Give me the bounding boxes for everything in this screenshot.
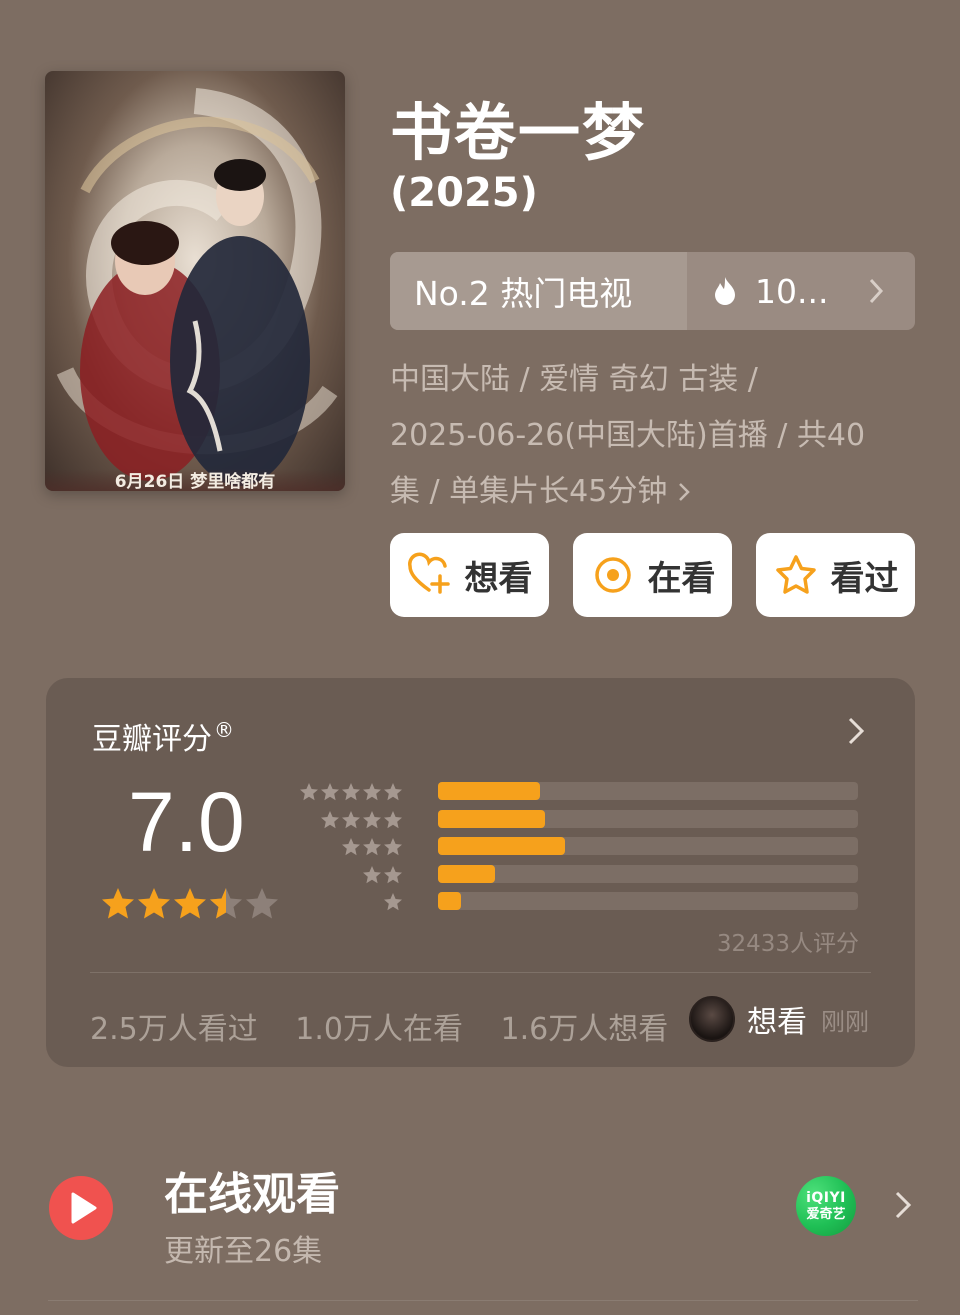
rating-card[interactable]: 豆瓣评分 ® 7.0 32433人评分 2.5万人看过 1.0万人在看 1.6万… <box>46 678 915 1067</box>
button-label: 想看 <box>464 558 533 599</box>
divider <box>90 972 871 973</box>
heart-plus-icon <box>407 552 450 594</box>
iqiyi-logo-subtext: 爱奇艺 <box>806 1207 846 1222</box>
distribution-bar <box>438 782 541 800</box>
rating-label-text: 豆瓣评分 <box>92 722 212 757</box>
distribution-row <box>300 780 876 808</box>
distribution-row <box>316 890 876 918</box>
subject-page: 6月26日 梦里啥都有 书卷一梦 (2025) No.2 热门电视 10... … <box>0 0 960 1315</box>
distribution-stars-icon <box>363 865 402 883</box>
registered-mark: ® <box>214 718 234 742</box>
distribution-row <box>316 863 876 891</box>
meta-info[interactable]: 中国大陆 / 爱情 奇幻 古装 / 2025-06-26(中国大陆)首播 / 共… <box>390 352 910 520</box>
chevron-right-icon <box>679 483 691 501</box>
distribution-track <box>438 809 858 828</box>
distribution-track <box>438 782 858 800</box>
star-full-icon <box>138 888 170 919</box>
want-to-watch-button[interactable]: 想看 <box>390 533 549 617</box>
star-empty-icon <box>246 888 278 919</box>
recent-time: 刚刚 <box>821 1007 869 1036</box>
ranking-bar[interactable]: No.2 热门电视 10... <box>390 252 915 330</box>
distribution-row <box>316 808 876 836</box>
rating-stars <box>102 888 278 919</box>
rating-label: 豆瓣评分 ® <box>92 714 234 758</box>
ranking-label: No.2 热门电视 <box>390 252 687 330</box>
distribution-bar <box>438 809 546 828</box>
divider <box>48 1300 918 1301</box>
heat-value: 10... <box>755 271 829 311</box>
distribution-bar <box>438 892 461 910</box>
action-buttons: 想看 在看 看过 <box>390 533 915 617</box>
distribution-row <box>316 835 876 863</box>
page-title: 书卷一梦 <box>390 96 647 169</box>
recent-activity[interactable]: 想看 刚刚 <box>689 994 869 1044</box>
star-full-icon <box>102 888 134 919</box>
avatar[interactable] <box>689 996 735 1042</box>
rating-distribution <box>300 780 876 918</box>
distribution-track <box>438 837 858 855</box>
recent-action: 想看 <box>747 1005 807 1040</box>
distribution-stars-icon <box>300 783 402 801</box>
distribution-stars-icon <box>321 810 402 828</box>
distribution-track <box>438 864 858 883</box>
release-year: (2025) <box>390 170 538 216</box>
online-subtitle: 更新至26集 <box>164 1234 323 1269</box>
online-watch-section[interactable]: 在线观看 更新至26集 iQIYI 爱奇艺 <box>48 1160 918 1270</box>
distribution-track <box>438 892 858 910</box>
watching-count: 1.0万人在看 <box>295 1012 463 1047</box>
watching-button[interactable]: 在看 <box>573 533 732 617</box>
chevron-right-icon[interactable] <box>894 1190 912 1220</box>
chevron-right-icon <box>848 717 865 745</box>
distribution-stars-icon <box>342 838 402 856</box>
fire-icon <box>715 277 735 305</box>
distribution-bar <box>438 864 496 883</box>
play-icon[interactable] <box>48 1175 114 1241</box>
want-count: 1.6万人想看 <box>500 1012 669 1047</box>
meta-line: 2025-06-26(中国大陆)首播 / 共40 <box>390 418 866 453</box>
iqiyi-logo[interactable]: iQIYI 爱奇艺 <box>796 1176 856 1236</box>
watch-stats: 2.5万人看过 1.0万人在看 1.6万人想看 <box>90 1004 696 1048</box>
chevron-right-icon <box>869 278 884 304</box>
watched-count: 2.5万人看过 <box>90 1012 258 1047</box>
star-full-icon <box>174 888 206 919</box>
distribution-bar <box>438 837 565 855</box>
distribution-stars-icon <box>384 893 402 911</box>
rating-count: 32433人评分 <box>716 931 859 957</box>
button-label: 在看 <box>647 558 716 599</box>
online-title: 在线观看 <box>164 1169 340 1220</box>
heat-section: 10... <box>687 252 915 330</box>
target-icon <box>594 557 631 593</box>
poster-caption: 6月26日 梦里啥都有 <box>45 469 345 491</box>
button-label: 看过 <box>830 558 899 599</box>
poster-image[interactable]: 6月26日 梦里啥都有 <box>45 71 345 491</box>
watched-button[interactable]: 看过 <box>756 533 915 617</box>
meta-line: 中国大陆 / 爱情 奇幻 古装 / <box>390 362 758 397</box>
meta-line-text: 集 / 单集片长45分钟 <box>390 474 668 509</box>
iqiyi-logo-text: iQIYI <box>806 1190 846 1206</box>
meta-line: 集 / 单集片长45分钟 <box>390 464 910 520</box>
star-outline-icon <box>775 555 816 594</box>
poster-art <box>56 88 338 486</box>
rating-score: 7.0 <box>128 775 245 869</box>
star-half-icon <box>210 888 242 919</box>
